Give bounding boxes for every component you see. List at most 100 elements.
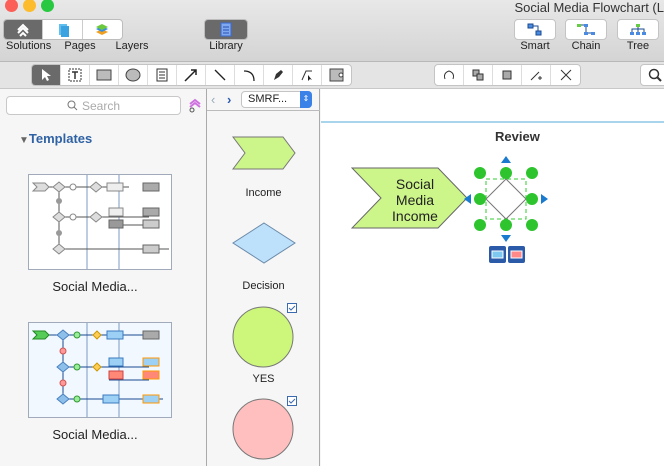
drawing-canvas[interactable]: Review Social Media Income [321, 89, 664, 466]
tree-icon [630, 23, 646, 35]
zoom-window-button[interactable] [41, 0, 54, 12]
add-point-icon [530, 71, 542, 81]
arc-tool[interactable] [235, 65, 264, 85]
solutions-button[interactable] [4, 20, 44, 39]
line-tool[interactable] [206, 65, 235, 85]
container-icon [329, 68, 343, 82]
rectangle-tool[interactable] [90, 65, 119, 85]
close-window-button[interactable] [5, 0, 18, 12]
zoom-search-button[interactable] [640, 64, 664, 86]
line-icon [214, 69, 226, 81]
templates-label: Templates [28, 131, 93, 146]
rotate-icon [444, 70, 454, 80]
pen-icon [274, 70, 283, 80]
library-label: Library [209, 40, 243, 52]
smart-button[interactable] [514, 19, 556, 40]
text-line: Income [392, 208, 438, 224]
solutions-search-icon[interactable] [187, 97, 202, 114]
library-select-value: SMRF... [248, 93, 288, 105]
arrow-icon [184, 69, 197, 82]
flowchart-thumbnail-gray [31, 175, 169, 269]
tree-button[interactable] [617, 19, 659, 40]
add-point-tool[interactable] [522, 65, 551, 85]
yes-shape[interactable] [231, 305, 295, 369]
ellipse-icon [125, 68, 141, 82]
group-tool[interactable] [464, 65, 493, 85]
chain-button[interactable] [565, 19, 607, 40]
pages-label: Pages [64, 40, 96, 52]
yes-label: YES [252, 373, 275, 385]
smart-label: Smart [520, 40, 550, 52]
ungroup-icon [502, 70, 512, 80]
text-line: Media [395, 192, 435, 208]
solutions-label: Solutions [6, 40, 52, 52]
drawing-tools [31, 64, 352, 86]
window-title: Social Media Flowchart (L [514, 0, 664, 15]
layers-label: Layers [115, 40, 149, 52]
lane-divider [321, 121, 664, 123]
title-bar: Social Media Flowchart (L Solutions Page… [0, 0, 664, 62]
drawing-toolbar [0, 62, 664, 89]
scissors-icon [560, 69, 571, 81]
template-label: Social Media... [52, 279, 138, 294]
text-line: Social [395, 176, 435, 192]
no-shape[interactable] [231, 397, 295, 461]
updown-chevron-icon: ⇕ [300, 91, 312, 108]
income-shape[interactable] [231, 135, 297, 171]
chain-label: Chain [571, 40, 601, 52]
pages-button[interactable] [43, 20, 83, 39]
note-tool[interactable] [148, 65, 177, 85]
pages-icon [58, 23, 69, 37]
minimize-window-button[interactable] [23, 0, 36, 12]
ungroup-tool[interactable] [493, 65, 522, 85]
text-box-icon [68, 68, 82, 82]
library-button[interactable] [204, 19, 248, 40]
forward-chevron-icon[interactable]: › [227, 92, 231, 107]
back-chevron-icon[interactable]: ‹ [211, 92, 215, 107]
text-tool[interactable] [61, 65, 90, 85]
pointer-icon [42, 69, 51, 81]
template-label: Social Media... [52, 427, 138, 442]
rectangle-icon [96, 69, 112, 81]
bezier-icon [301, 70, 312, 81]
layers-button[interactable] [83, 20, 122, 39]
bezier-tool[interactable] [293, 65, 322, 85]
library-select[interactable]: SMRF... ⇕ [241, 91, 312, 108]
income-shape-text: Social Media Income [383, 176, 447, 224]
search-placeholder: Search [81, 98, 121, 113]
templates-section-header[interactable]: ▼Templates [19, 131, 92, 146]
connector-tools [434, 64, 581, 86]
solutions-panel: Search ▼Templates Social Media... Social… [0, 89, 207, 466]
disclosure-triangle-icon: ▼ [19, 135, 29, 146]
income-label: Income [245, 187, 282, 199]
template-thumbnail[interactable] [28, 174, 172, 270]
ellipse-tool[interactable] [119, 65, 148, 85]
search-icon [67, 100, 78, 111]
library-icon [220, 22, 232, 37]
flowchart-thumbnail-color [31, 323, 163, 417]
decision-label: Decision [242, 280, 285, 292]
rotate-tool[interactable] [435, 65, 464, 85]
cut-tool[interactable] [551, 65, 580, 85]
decision-shape[interactable] [231, 221, 297, 265]
shape-variant-buttons[interactable] [488, 245, 526, 265]
select-tool[interactable] [32, 65, 61, 85]
arc-icon [243, 70, 255, 82]
magnifier-icon [648, 68, 662, 82]
library-header: ‹ › SMRF... ⇕ [207, 89, 320, 111]
library-panel: ‹ › SMRF... ⇕ Income Decision YES [207, 89, 320, 466]
layers-icon [96, 23, 109, 35]
view-segmented-control [3, 19, 123, 40]
arrow-tool[interactable] [177, 65, 206, 85]
pen-tool[interactable] [264, 65, 293, 85]
smart-connector-icon [527, 23, 542, 35]
search-input[interactable]: Search [6, 96, 181, 115]
template-thumbnail[interactable] [28, 322, 172, 418]
chain-icon [577, 23, 595, 35]
solutions-icon [17, 23, 29, 37]
group-icon [472, 69, 484, 81]
tree-label: Tree [626, 40, 650, 52]
note-icon [156, 68, 168, 82]
lane-title: Review [495, 129, 540, 144]
container-tool[interactable] [322, 65, 351, 85]
